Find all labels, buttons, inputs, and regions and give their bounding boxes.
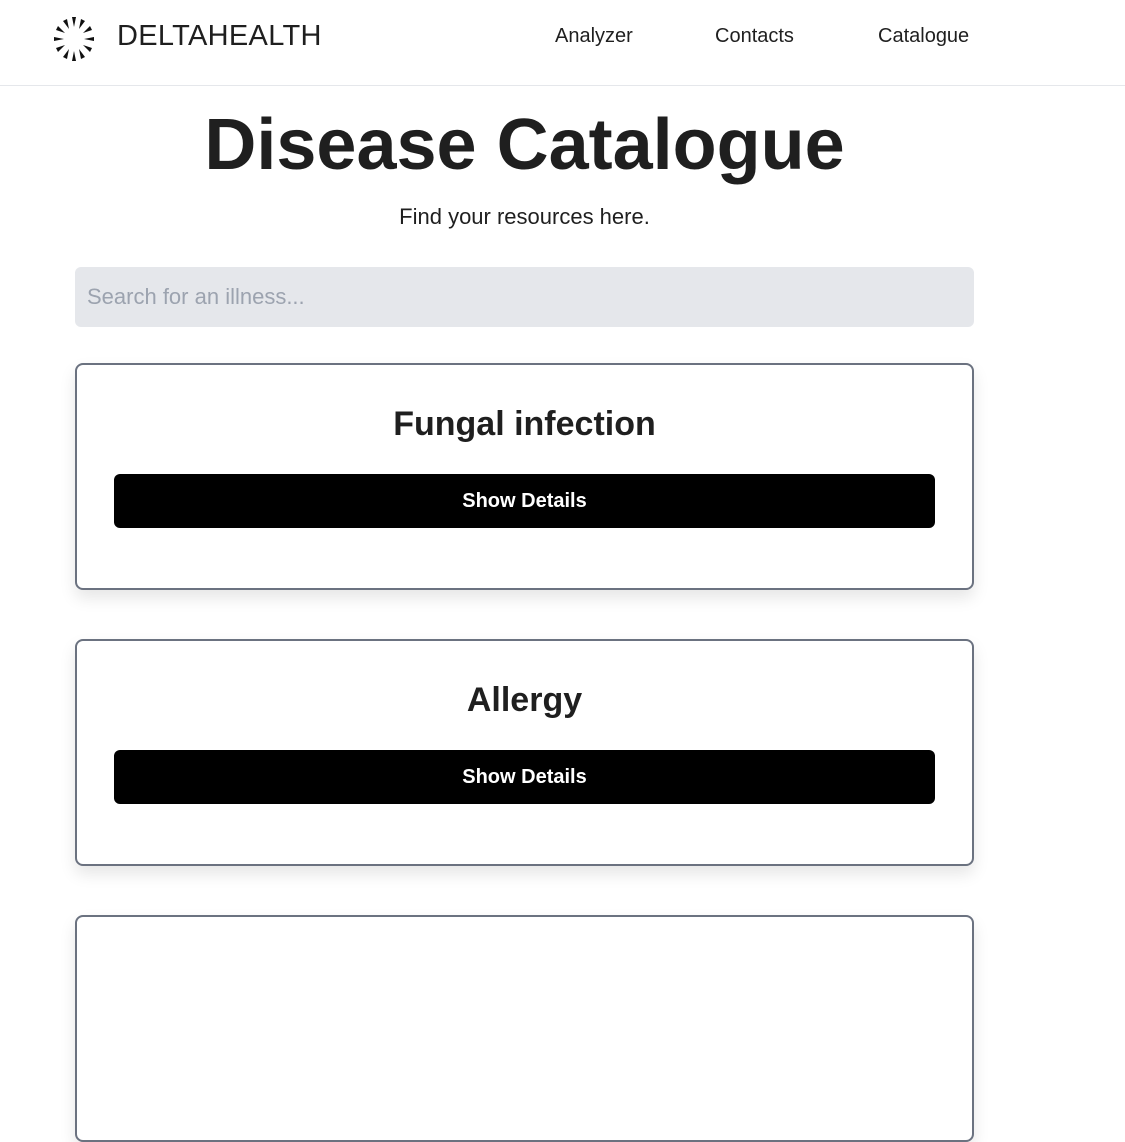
disease-card-title: Allergy <box>466 681 583 719</box>
nav-link-analyzer[interactable]: Analyzer <box>555 25 633 48</box>
nav-link-contacts[interactable]: Contacts <box>715 25 794 48</box>
top-header: DELTAHEALTH Analyzer Contacts Catalogue <box>0 0 1125 86</box>
disease-card: Fungal infection Show Details <box>75 363 974 590</box>
disease-card: Allergy Show Details <box>75 639 974 866</box>
disease-card <box>75 915 974 1142</box>
nav-link-catalogue[interactable]: Catalogue <box>878 25 969 48</box>
show-details-button[interactable]: Show Details <box>114 474 935 528</box>
sunburst-logo-icon[interactable] <box>50 15 100 63</box>
page-title: Disease Catalogue <box>204 105 845 185</box>
page-subtitle: Find your resources here. <box>399 204 650 229</box>
brand-name[interactable]: DELTAHEALTH <box>117 20 322 53</box>
disease-card-title: Fungal infection <box>393 405 656 443</box>
search-input[interactable] <box>75 267 974 327</box>
show-details-button[interactable]: Show Details <box>114 750 935 804</box>
